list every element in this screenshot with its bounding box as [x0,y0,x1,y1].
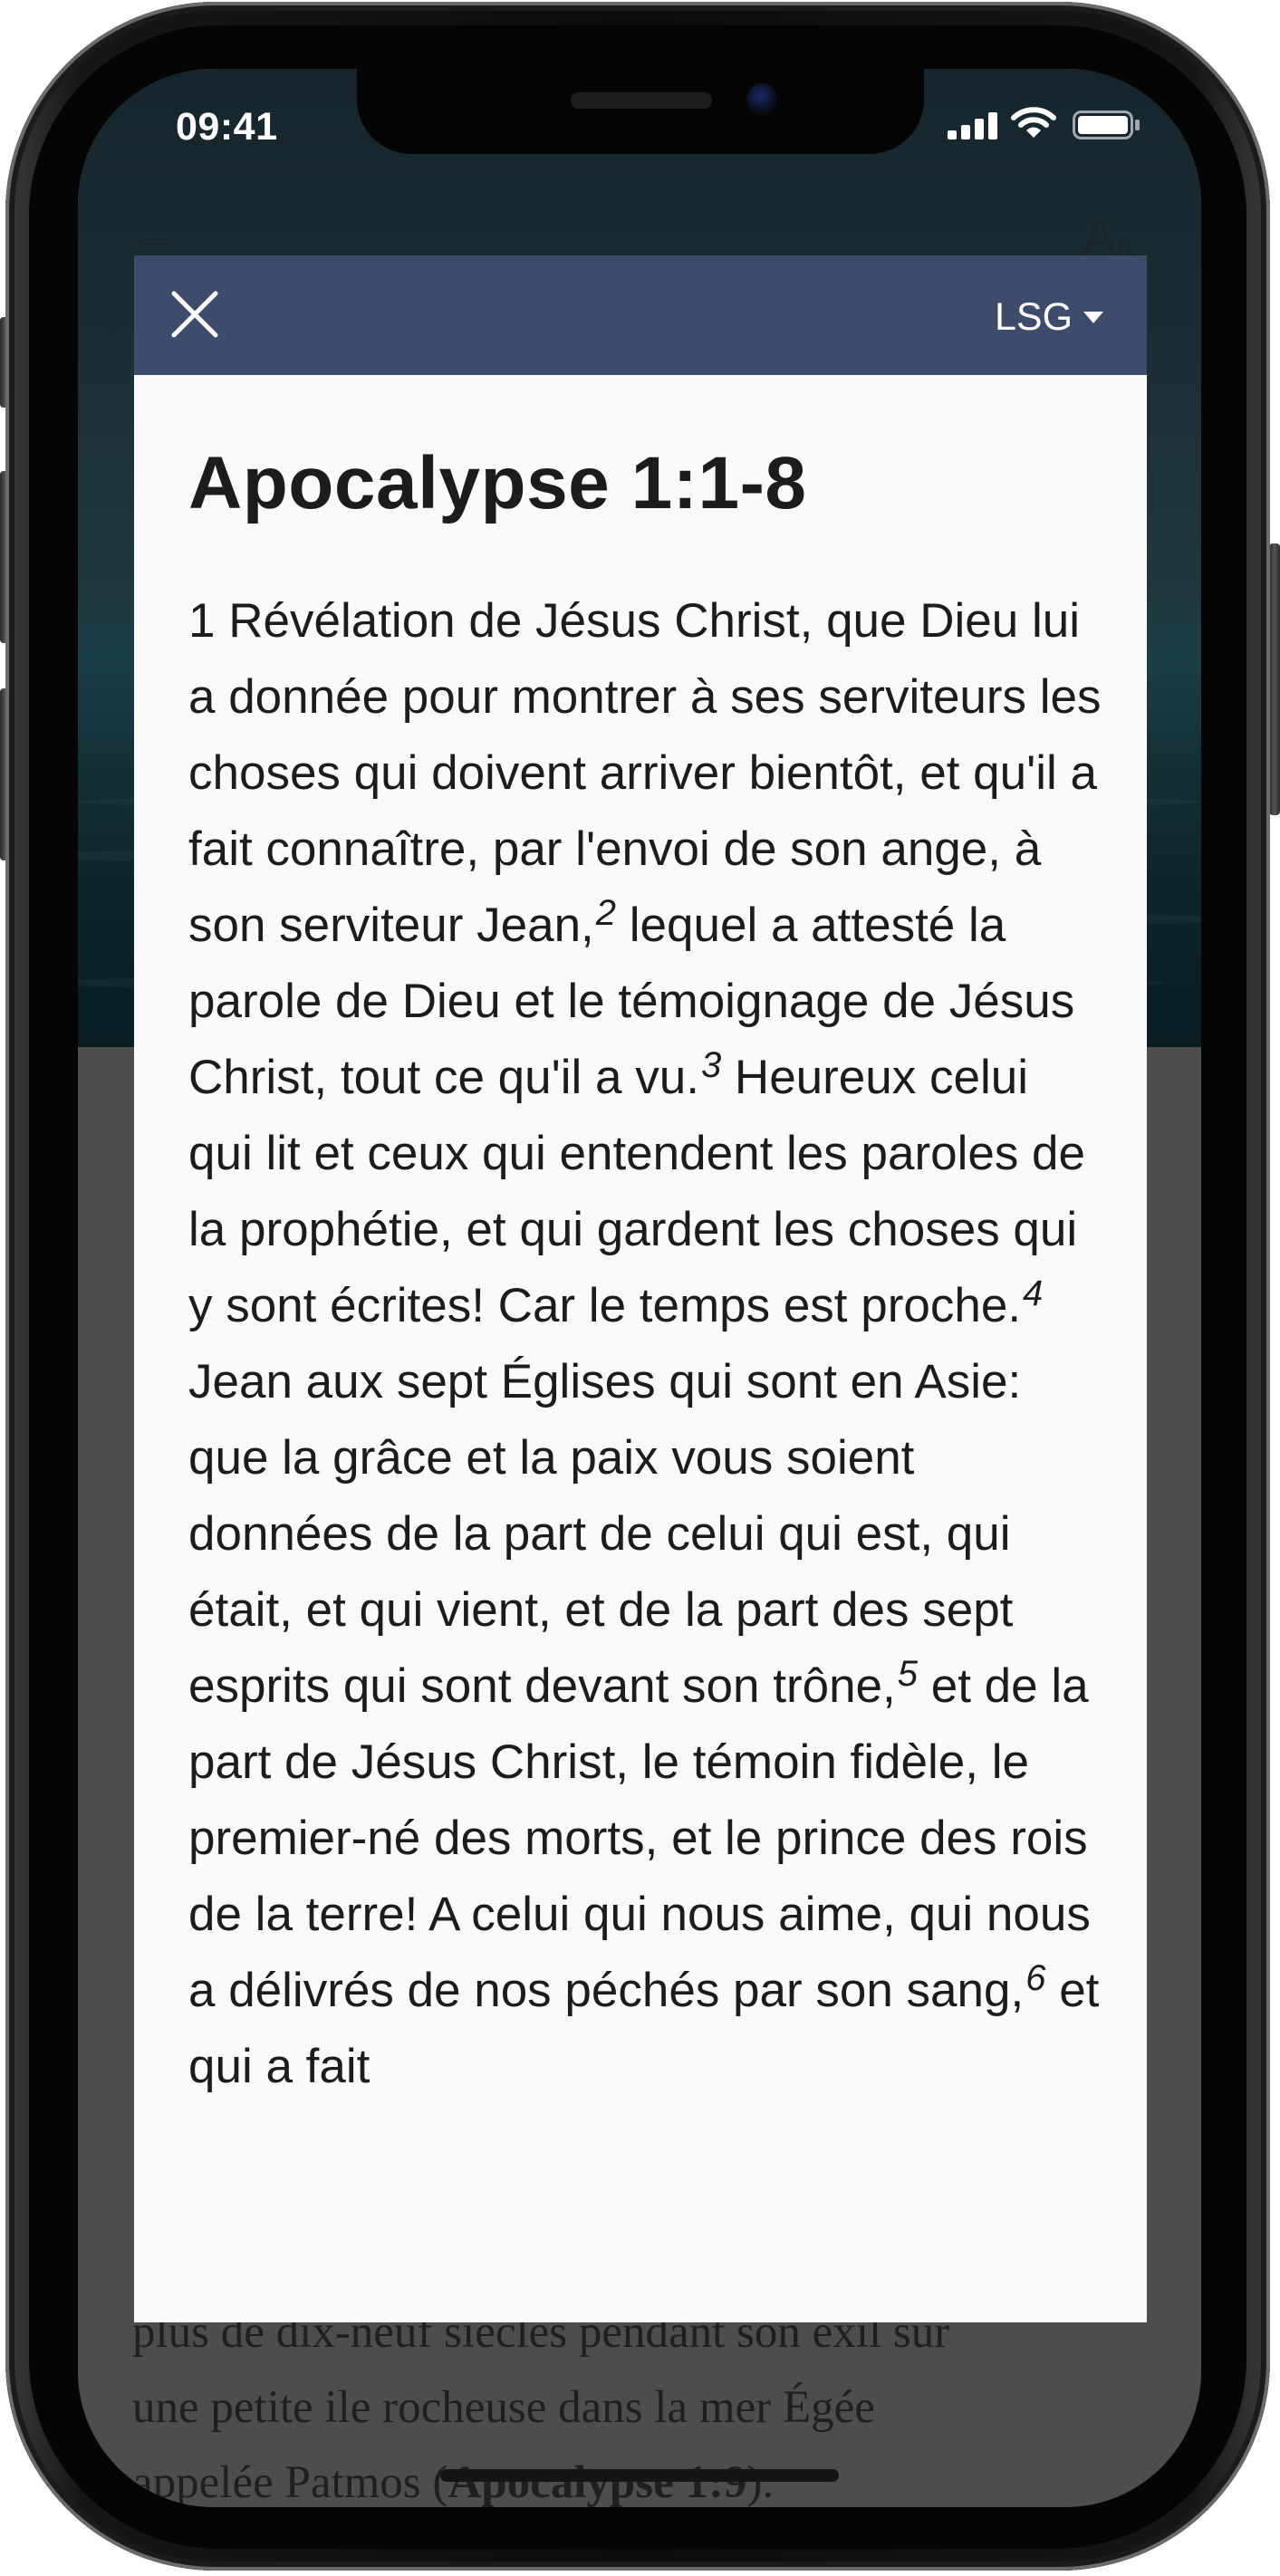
verse-number: 6 [1025,1958,1046,1998]
passage-text: 1 Révélation de Jésus Christ, que Dieu l… [188,583,1103,2105]
front-camera [746,83,777,114]
bible-version-select[interactable]: LSG [995,292,1104,342]
home-indicator[interactable] [440,2469,839,2482]
passage-title: Apocalypse 1:1-8 [188,442,807,524]
verse-text: Jean aux sept Églises qui sont en Asie: … [188,1355,1022,1713]
verse-text: et de la part de Jésus Christ, le témoin… [188,1659,1091,2017]
status-time: 09:41 [176,105,278,149]
verse-number: 1 [188,594,216,648]
verse-number: 4 [1023,1274,1044,1313]
scripture-modal: LSG Apocalypse 1:1-8 1 Révélation de Jés… [134,255,1147,2322]
verse-number: 3 [700,1045,722,1085]
close-icon[interactable] [168,288,221,341]
bible-version-label: LSG [995,294,1073,339]
cellular-signal-icon [948,112,997,139]
verse-number: 5 [897,1654,918,1694]
modal-header: LSG [134,255,1147,375]
wifi-icon [1011,107,1056,138]
earpiece-speaker [571,92,712,109]
power-button [1269,543,1280,815]
caret-down-icon [1083,311,1104,323]
phone-screen: ← Aa plus de dix-neuf siècles pendant so… [78,69,1201,2507]
verse-number: 2 [595,893,617,933]
notch [357,67,924,154]
battery-icon [1073,111,1140,139]
